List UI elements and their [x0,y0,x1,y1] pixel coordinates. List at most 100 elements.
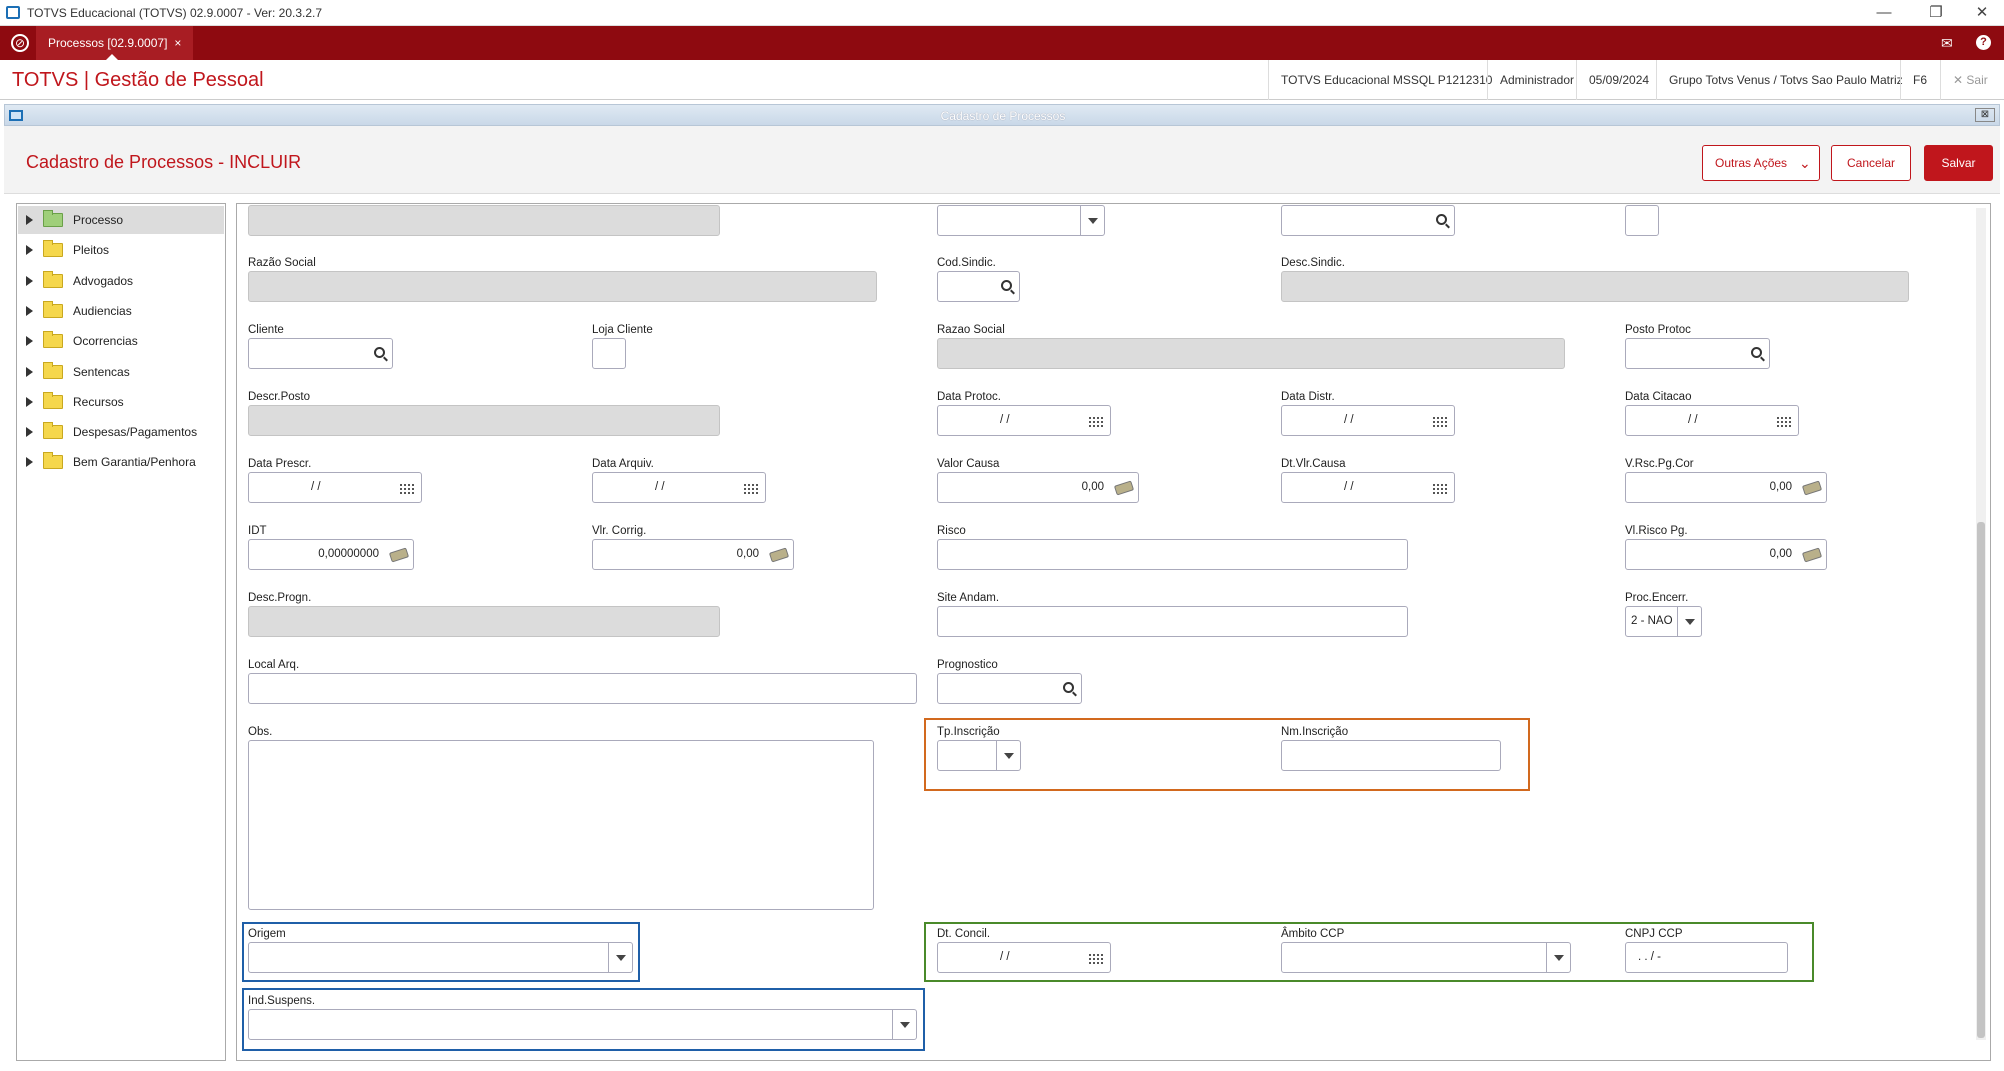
money-icon[interactable] [1801,480,1823,496]
data-protoc-field[interactable]: / / [937,405,1111,436]
tree-item-sentencas[interactable]: Sentencas [18,358,224,386]
vertical-scrollbar[interactable] [1976,208,1986,1040]
prognostico-field[interactable] [937,673,1082,704]
local-arq-field[interactable] [248,673,917,704]
form-panel: Razão Social Cod.Sindic. Desc.Sindic. Clien… [236,203,1991,1061]
partial-field-1-select[interactable] [937,205,1105,236]
search-icon[interactable] [1001,280,1012,291]
calendar-icon[interactable] [1433,415,1448,427]
idt-field[interactable]: 0,00000000 [248,539,414,570]
money-icon[interactable] [388,547,410,563]
prognostico-label: Prognostico [937,659,998,671]
search-icon[interactable] [1751,347,1762,358]
site-andam-field[interactable] [937,606,1408,637]
partial-field-2-field[interactable] [1281,205,1455,236]
expand-arrow-icon[interactable] [26,305,33,316]
tree-item-label: Recursos [73,394,124,409]
tree-item-label: Ocorrencias [73,334,138,349]
expand-arrow-icon[interactable] [26,275,33,286]
close-window-button[interactable]: ✕ [1960,2,2004,24]
expand-arrow-icon[interactable] [26,457,33,468]
money-icon[interactable] [768,547,790,563]
amount-value: 0,00 [1081,481,1104,493]
user-info: Administrador [1487,60,1586,100]
minimize-button[interactable]: — [1862,2,1906,24]
date-value: / / [1344,481,1354,493]
posto-protoc-field[interactable] [1625,338,1770,369]
tree-item-recursos[interactable]: Recursos [18,388,224,416]
data-protoc-label: Data Protoc. [937,391,1001,403]
chevron-down-icon[interactable] [1677,607,1701,636]
mail-icon[interactable]: ✉ [1941,35,1953,52]
totvs-logo-icon[interactable]: ⊘ [11,34,29,52]
date-value: / / [1344,414,1354,426]
expand-arrow-icon[interactable] [26,427,33,438]
risco-field[interactable] [937,539,1408,570]
data-distr-field[interactable]: / / [1281,405,1455,436]
data-prescr-field[interactable]: / / [248,472,422,503]
form-title: Cadastro de Processos - INCLUIR [26,152,302,172]
expand-arrow-icon[interactable] [26,396,33,407]
cancel-button[interactable]: Cancelar [1831,145,1911,181]
calendar-icon[interactable] [1433,482,1448,494]
dialog-close-icon[interactable]: ⊠ [1975,108,1995,122]
date-value: / / [311,481,321,493]
money-icon[interactable] [1113,480,1135,496]
tree-item-bem-garantia-penhora[interactable]: Bem Garantia/Penhora [18,448,224,476]
loja-cliente-field[interactable] [592,338,626,369]
expand-arrow-icon[interactable] [26,336,33,347]
risco-label: Risco [937,525,966,537]
vl-risco-pg-field[interactable]: 0,00 [1625,539,1827,570]
v-rsc-pg-cor-field[interactable]: 0,00 [1625,472,1827,503]
search-icon[interactable] [1063,682,1074,693]
tree-item-despesas-pagamentos[interactable]: Despesas/Pagamentos [18,418,224,446]
data-arquiv-field[interactable]: / / [592,472,766,503]
scrollbar-thumb[interactable] [1977,522,1985,1038]
shortcut-f6[interactable]: F6 [1900,60,1939,100]
expand-arrow-icon[interactable] [26,366,33,377]
company-info[interactable]: Grupo Totvs Venus / Totvs Sao Paulo Matr… [1656,60,1915,100]
tree-item-processo[interactable]: Processo [18,206,224,234]
vlr-corrig-field[interactable]: 0,00 [592,539,794,570]
date-value: / / [655,481,665,493]
calendar-icon[interactable] [1089,415,1104,427]
tree-item-audiencias[interactable]: Audiencias [18,297,224,325]
chevron-down-icon: ⌄ [1799,155,1811,171]
restore-button[interactable]: ❐ [1914,2,1958,24]
save-button[interactable]: Salvar [1924,145,1993,181]
tab-processos[interactable]: Processos [02.9.0007] × [36,26,194,60]
expand-arrow-icon[interactable] [26,245,33,256]
select-value: 2 - NAO [1631,615,1673,627]
amount-value: 0,00 [1769,481,1792,493]
vl-risco-pg-label: Vl.Risco Pg. [1625,525,1688,537]
partial-field-3-field[interactable] [1625,205,1659,236]
calendar-icon[interactable] [400,482,415,494]
tree-item-label: Audiencias [73,303,132,318]
obs-field[interactable] [248,740,874,910]
tab-close-icon[interactable]: × [174,26,181,60]
chevron-down-icon[interactable] [1080,206,1104,235]
tree-item-ocorrencias[interactable]: Ocorrencias [18,327,224,355]
search-icon[interactable] [1436,214,1447,225]
tree-item-advogados[interactable]: Advogados [18,267,224,295]
amount-value: 0,00000000 [318,548,379,560]
loja-cliente-label: Loja Cliente [592,324,653,336]
calendar-icon[interactable] [744,482,759,494]
proc-encerr-select[interactable]: 2 - NAO [1625,606,1702,637]
cod-sindic-field[interactable] [937,271,1020,302]
data-prescr-label: Data Prescr. [248,458,312,470]
highlight-suspens-group [242,988,925,1051]
dialog-title: Cadastro de Processos [940,109,1066,123]
other-actions-button[interactable]: Outras Ações ⌄ [1702,145,1820,181]
data-citacao-field[interactable]: / / [1625,405,1799,436]
tree-item-pleitos[interactable]: Pleitos [18,236,224,264]
dt-vlr-causa-field[interactable]: / / [1281,472,1455,503]
exit-button[interactable]: ✕ Sair [1940,60,2000,100]
search-icon[interactable] [374,347,385,358]
valor-causa-field[interactable]: 0,00 [937,472,1139,503]
calendar-icon[interactable] [1777,415,1792,427]
help-icon[interactable]: ? [1976,35,1991,50]
money-icon[interactable] [1801,547,1823,563]
expand-arrow-icon[interactable] [26,215,33,225]
cliente-field[interactable] [248,338,393,369]
